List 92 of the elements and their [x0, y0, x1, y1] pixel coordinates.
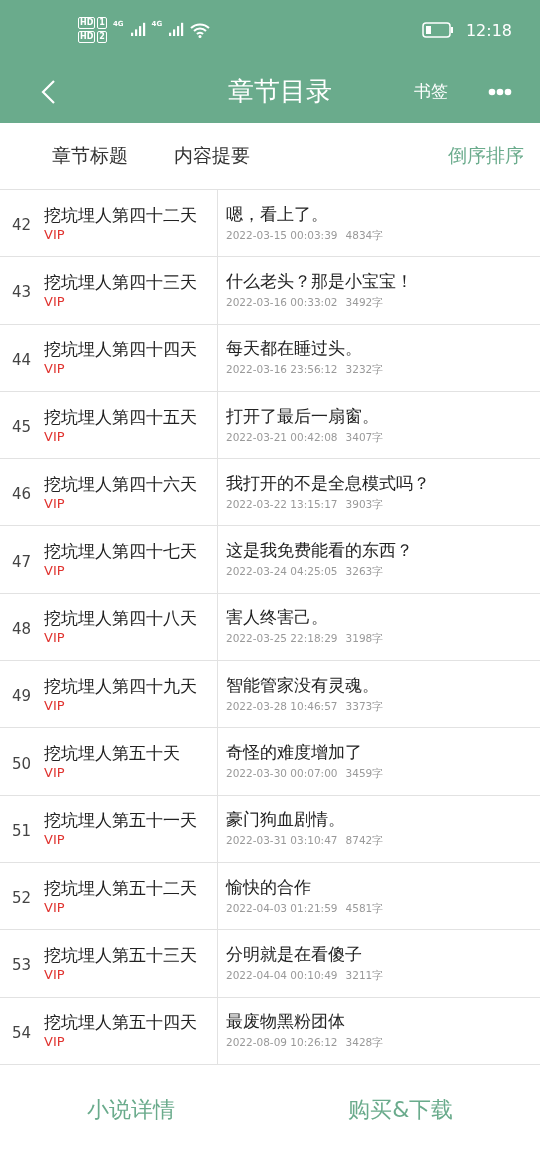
chapter-number: 50: [12, 753, 33, 773]
vip-label: VIP: [44, 899, 66, 915]
more-icon[interactable]: [488, 87, 512, 96]
chapter-title[interactable]: 挖坑埋人第五十三天: [44, 944, 197, 967]
publish-date: 2022-03-28 10:46:57: [226, 699, 338, 714]
chapter-number: 46: [12, 484, 33, 504]
vip-label: VIP: [44, 495, 66, 511]
chapter-summary[interactable]: 智能管家没有灵魂。: [226, 674, 540, 697]
publish-date: 2022-03-22 13:15:17: [226, 497, 338, 512]
word-count: 3373字: [345, 699, 384, 714]
chapter-number: 42: [12, 215, 33, 235]
chapter-title[interactable]: 挖坑埋人第四十四天: [44, 339, 197, 362]
column-header: 章节标题: [51, 143, 129, 168]
publish-date: 2022-03-21 00:42:08: [226, 430, 338, 445]
vip-label: VIP: [44, 630, 66, 646]
chapter-summary[interactable]: 嗯，看上了。: [226, 203, 540, 226]
vip-label: VIP: [44, 765, 66, 780]
chapter-number: 49: [12, 686, 33, 706]
word-count: 3263字: [345, 565, 384, 580]
publish-date: 2022-03-16 23:56:12: [226, 363, 338, 378]
chapter-summary[interactable]: 害人终害己。: [226, 607, 540, 630]
publish-date: 2022-03-31 03:10:47: [226, 834, 338, 849]
chapter-summary[interactable]: 分明就是在看傻子: [226, 943, 540, 966]
word-count: 3903字: [345, 497, 384, 512]
chapter-number: 48: [12, 618, 33, 638]
chapter-title[interactable]: 挖坑埋人第五十四天: [44, 1012, 197, 1035]
vip-label: VIP: [44, 832, 66, 848]
chapter-title[interactable]: 挖坑埋人第四十二天: [44, 204, 197, 227]
publish-date: 2022-08-09 10:26:12: [226, 1036, 338, 1051]
chapter-title[interactable]: 挖坑埋人第四十九天: [44, 675, 197, 698]
chapter-summary[interactable]: 每天都在睡过头。: [226, 338, 540, 361]
chapter-title[interactable]: 挖坑埋人第五十二天: [44, 877, 197, 900]
chapter-summary[interactable]: 奇怪的难度增加了: [226, 742, 540, 764]
publish-date: 2022-03-25 22:18:29: [226, 632, 338, 647]
chapter-summary[interactable]: 愉快的合作: [226, 876, 540, 899]
chapter-number: 54: [12, 1022, 33, 1042]
word-count: 3407字: [345, 430, 384, 445]
publish-date: 2022-04-04 00:10:49: [226, 968, 338, 983]
vip-label: VIP: [44, 966, 66, 982]
hd-badge: HD: [78, 31, 96, 43]
column-header: 内容提要: [174, 143, 251, 168]
clock-time: 12:18: [465, 20, 512, 40]
vip-label: VIP: [44, 1034, 66, 1050]
chapter-summary[interactable]: 打开了最后一扇窗。: [226, 405, 540, 428]
chapter-title[interactable]: 挖坑埋人第四十八天: [44, 608, 197, 631]
chapter-title[interactable]: 挖坑埋人第四十三天: [44, 271, 197, 294]
publish-date: 2022-04-03 01:21:59: [226, 901, 338, 916]
word-count: 3198字: [345, 632, 384, 647]
sim-number: 2: [97, 31, 107, 43]
word-count: 3232字: [345, 363, 384, 378]
chapter-title[interactable]: 挖坑埋人第四十七天: [44, 541, 197, 564]
battery-icon: [421, 22, 454, 38]
chapter-summary[interactable]: 这是我免费能看的东西？: [226, 540, 540, 563]
chapter-summary[interactable]: 豪门狗血剧情。: [226, 809, 540, 832]
word-count: 3459字: [345, 767, 384, 781]
vip-label: VIP: [44, 226, 66, 242]
chapter-number: 51: [12, 820, 33, 840]
word-count: 4581字: [345, 901, 384, 916]
page-title: 章节目录: [227, 75, 333, 108]
vip-label: VIP: [44, 428, 66, 444]
publish-date: 2022-03-30 00:07:00: [226, 767, 338, 781]
hd-badge: HD: [78, 17, 96, 29]
word-count: 8742字: [345, 834, 384, 849]
word-count: 3492字: [345, 295, 384, 310]
signal-icon: [168, 22, 185, 38]
chapter-number: 47: [12, 551, 33, 571]
chapter-summary[interactable]: 最废物黑粉团体: [226, 1011, 540, 1034]
publish-date: 2022-03-15 00:03:39: [226, 228, 338, 243]
word-count: 3428字: [345, 1036, 384, 1051]
chapter-number: 45: [12, 417, 33, 437]
chapter-title[interactable]: 挖坑埋人第五十天: [44, 743, 180, 765]
chapter-summary[interactable]: 我打开的不是全息模式吗？: [226, 472, 540, 495]
vip-label: VIP: [44, 293, 66, 309]
chapter-number: 52: [12, 888, 33, 908]
chapter-number: 44: [12, 349, 33, 369]
back-icon[interactable]: [40, 78, 56, 105]
wifi-icon: [190, 22, 211, 38]
publish-date: 2022-03-16 00:33:02: [226, 295, 338, 310]
vip-label: VIP: [44, 361, 66, 377]
chapter-title[interactable]: 挖坑埋人第四十六天: [44, 473, 197, 496]
chapter-title[interactable]: 挖坑埋人第四十五天: [44, 406, 197, 429]
publish-date: 2022-03-24 04:25:05: [226, 565, 338, 580]
chapter-number: 53: [12, 955, 33, 975]
word-count: 3211字: [345, 968, 384, 983]
sim-number: 1: [97, 17, 107, 29]
chapter-number: 43: [12, 282, 33, 302]
vip-label: VIP: [44, 697, 66, 713]
signal-icon: [129, 22, 146, 38]
chapter-title[interactable]: 挖坑埋人第五十一天: [44, 810, 197, 833]
chapter-summary[interactable]: 什么老头？那是小宝宝！: [226, 270, 540, 293]
vip-label: VIP: [44, 563, 66, 579]
word-count: 4834字: [345, 228, 384, 243]
